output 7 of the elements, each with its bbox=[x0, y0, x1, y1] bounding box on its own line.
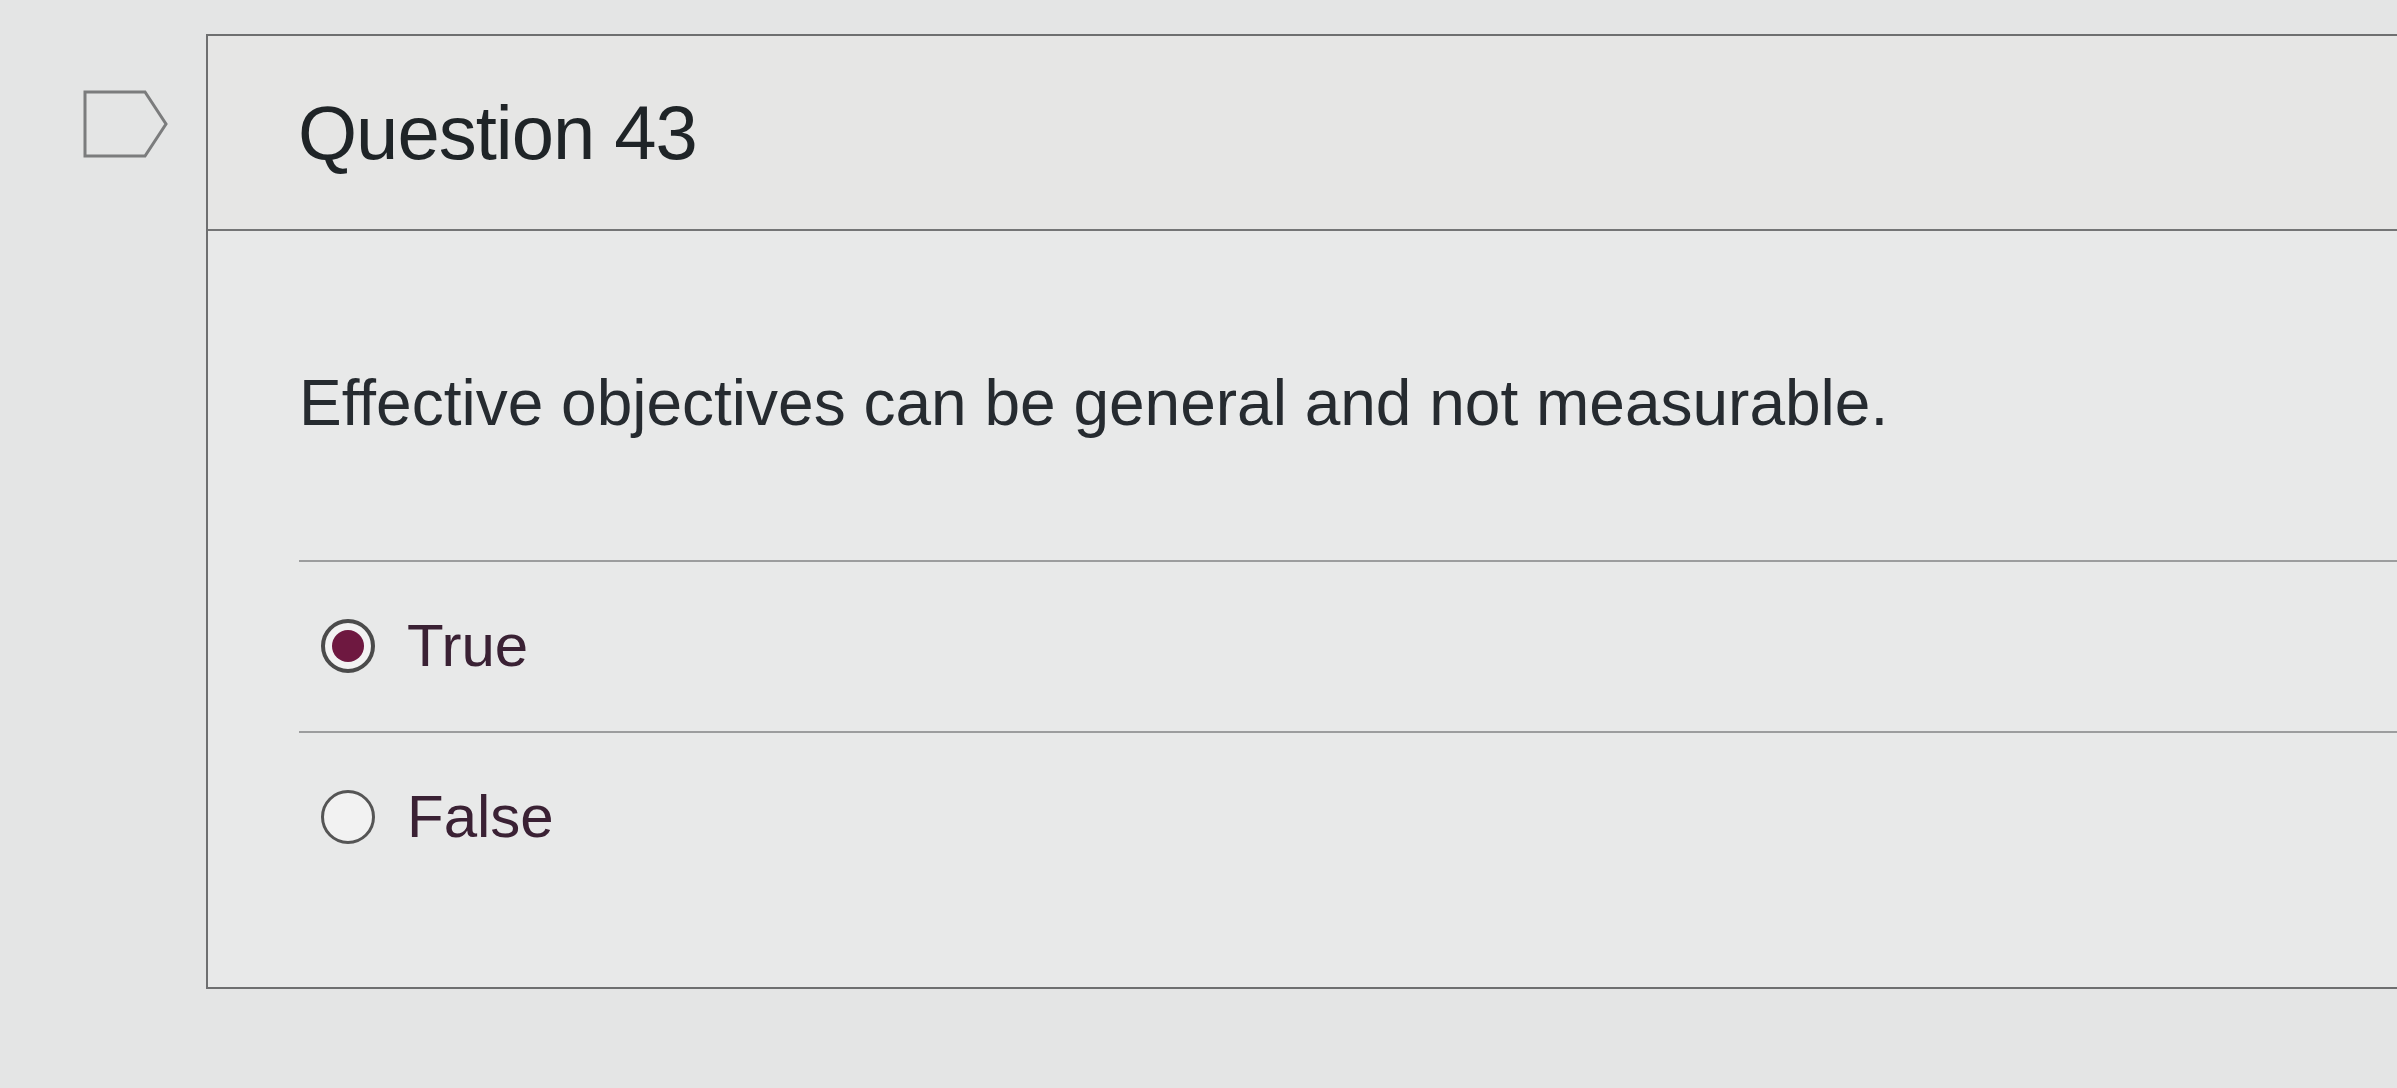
radio-button[interactable] bbox=[321, 790, 375, 845]
answer-label[interactable]: False bbox=[407, 784, 554, 851]
answer-label[interactable]: True bbox=[407, 613, 529, 680]
question-title: Question 43 bbox=[298, 90, 697, 175]
radio-button[interactable] bbox=[321, 619, 375, 674]
flag-icon[interactable] bbox=[83, 90, 168, 158]
question-text: Effective objectives can be general and not measurable. bbox=[299, 366, 1890, 441]
